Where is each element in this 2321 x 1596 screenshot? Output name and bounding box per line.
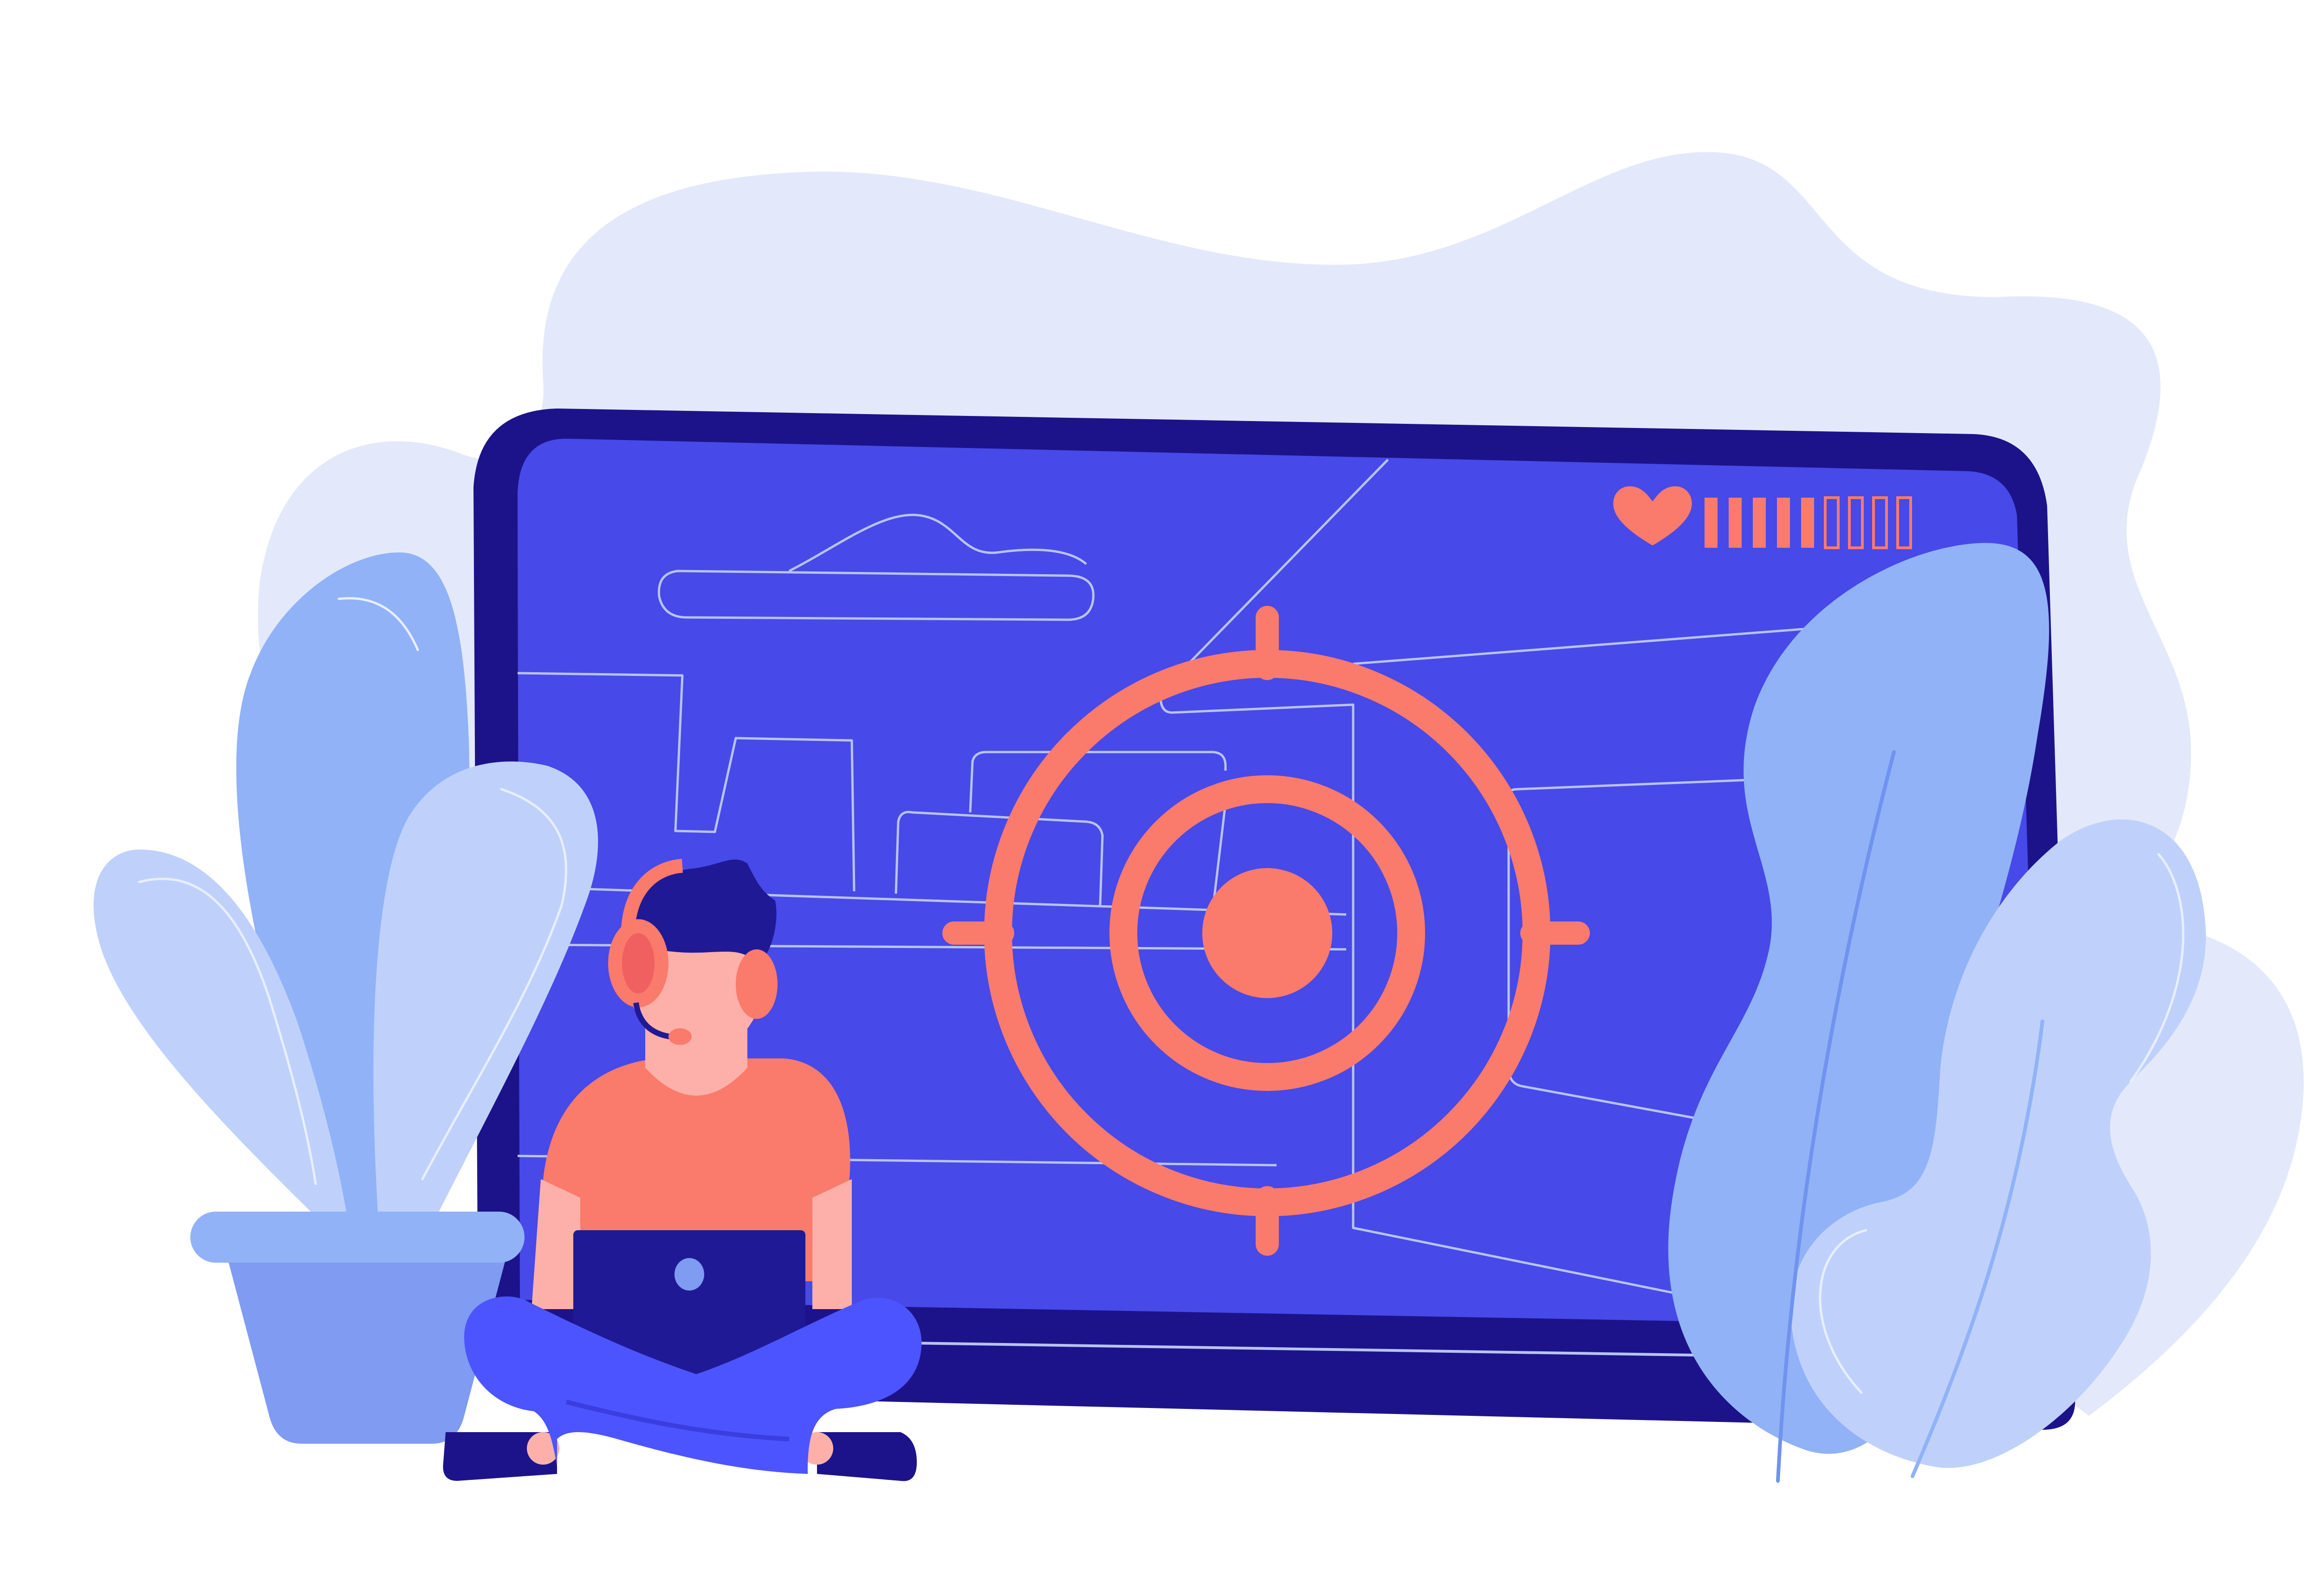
laptop-logo-icon [674,1258,704,1291]
pot-rim [190,1212,525,1263]
headset-mic-tip [668,1028,692,1045]
crosshair-center-dot [1202,868,1332,998]
health-segment-filled [1801,498,1814,548]
pot-body [227,1258,506,1444]
headset-ear-right [736,949,778,1019]
health-segment-filled [1705,498,1718,548]
shoe-right [817,1432,917,1481]
health-segment-filled [1729,498,1742,548]
health-segment-filled [1777,498,1790,548]
health-segment-filled [1753,498,1766,548]
headset-ear-left-inner [622,933,655,993]
arm-right [812,1179,852,1309]
esports-gamer-illustration [93,152,2304,1483]
